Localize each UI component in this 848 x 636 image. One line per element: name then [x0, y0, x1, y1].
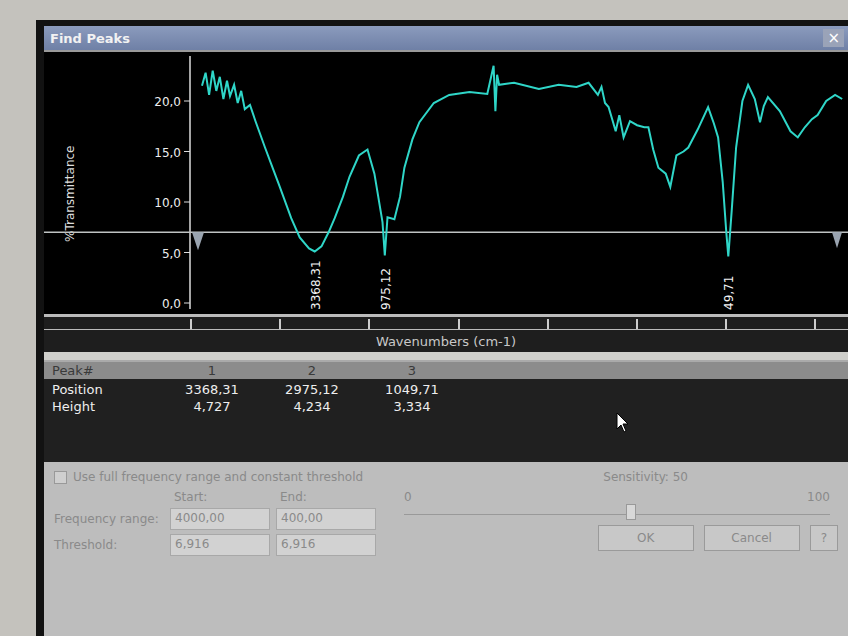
column-header: 2 — [262, 362, 362, 379]
spectrum-line — [202, 66, 842, 257]
x-tick — [279, 319, 281, 329]
x-axis-ticks — [44, 319, 848, 330]
peak-label: 49,71 — [722, 276, 736, 310]
controls-panel: Use full frequency range and constant th… — [44, 462, 848, 636]
title-bar: Find Peaks × — [44, 26, 848, 50]
table-cell: 3,334 — [362, 398, 462, 415]
button-row: OK Cancel? — [396, 525, 838, 551]
row-label: Height — [52, 398, 162, 415]
mouse-cursor-icon — [616, 412, 630, 434]
dialog-button[interactable]: OK — [598, 525, 694, 551]
full-range-checkbox[interactable]: Use full frequency range and constant th… — [54, 470, 363, 484]
field-header: Start: — [170, 490, 270, 504]
column-header: 1 — [162, 362, 262, 379]
column-header: 3 — [362, 362, 462, 379]
field-label: Frequency range: — [54, 512, 164, 526]
x-axis-label: Wavenumbers (cm-1) — [376, 334, 516, 349]
x-tick — [368, 319, 370, 329]
peak-table: Peak#123Position3368,312975,121049,71Hei… — [44, 360, 848, 462]
field-header: End: — [276, 490, 376, 504]
peak-label: 975,12 — [379, 268, 393, 310]
x-tick — [547, 319, 549, 329]
peak-label: 3368,31 — [309, 260, 323, 310]
svg-text:15,0: 15,0 — [154, 146, 181, 160]
monitor-bezel: Find Peaks×%Transmittance20,015,010,05,0… — [0, 0, 848, 636]
y-tick: 5,0 — [162, 247, 190, 261]
slider-thumb[interactable] — [626, 504, 636, 520]
slider-min: 0 — [404, 490, 412, 504]
slider-track[interactable] — [404, 508, 830, 515]
x-tick — [190, 319, 192, 329]
dialog-button[interactable]: ? — [810, 525, 838, 551]
table-cell: 3368,31 — [162, 381, 262, 398]
threshold-right-handle-icon[interactable] — [832, 232, 842, 248]
dialog-button[interactable]: Cancel — [704, 525, 800, 551]
y-tick: 10,0 — [154, 196, 190, 210]
fields-area: Start: End: Frequency range: 4000,00 400,00 T… — [54, 490, 838, 556]
text-field[interactable]: 6,916 — [170, 534, 270, 556]
table-header: Peak#123 — [44, 362, 848, 379]
slider-max: 100 — [807, 490, 830, 504]
svg-text:20,0: 20,0 — [154, 95, 181, 109]
svg-text:5,0: 5,0 — [162, 247, 181, 261]
table-cell: 4,234 — [262, 398, 362, 415]
x-axis: Wavenumbers (cm-1) — [44, 314, 848, 352]
table-row: Height4,7274,2343,334 — [44, 398, 848, 415]
y-tick: 0,0 — [162, 297, 190, 311]
field-label: Threshold: — [54, 538, 164, 552]
checkbox-box[interactable] — [54, 471, 67, 484]
sensitivity-slider[interactable]: 0 100 — [396, 490, 838, 515]
y-axis-label: %Transmittance — [63, 146, 77, 243]
range-fields: Start: End: Frequency range: 4000,00 400,00 T… — [54, 490, 376, 556]
text-field[interactable]: 400,00 — [276, 508, 376, 530]
x-tick — [636, 319, 638, 329]
window-title: Find Peaks — [50, 31, 130, 46]
screen: Find Peaks×%Transmittance20,015,010,05,0… — [36, 20, 848, 636]
y-axis — [189, 56, 191, 309]
text-field[interactable]: 6,916 — [276, 534, 376, 556]
spectrum-chart: %Transmittance 20,0 15,0 10,0 5,0 0,0 3368,31 9… — [44, 50, 848, 314]
text-field[interactable]: 4000,00 — [170, 508, 270, 530]
table-cell: 2975,12 — [262, 381, 362, 398]
row-label: Position — [52, 381, 162, 398]
table-row: Position3368,312975,121049,71 — [44, 381, 848, 398]
y-tick: 20,0 — [154, 95, 190, 109]
table-cell: 4,727 — [162, 398, 262, 415]
options-row: Use full frequency range and constant th… — [54, 470, 838, 484]
spectrum-plot: %Transmittance 20,0 15,0 10,0 5,0 0,0 3368,31 9… — [44, 52, 848, 314]
threshold-line[interactable] — [44, 232, 848, 234]
threshold-left-handle-icon[interactable] — [192, 232, 204, 250]
close-button[interactable]: × — [823, 29, 844, 47]
slider-and-buttons: 0 100 OK Cancel? — [396, 490, 838, 556]
y-tick: 15,0 — [154, 146, 190, 160]
column-header: Peak# — [52, 362, 162, 379]
table-cell: 1049,71 — [362, 381, 462, 398]
svg-text:0,0: 0,0 — [162, 297, 181, 311]
x-tick — [814, 319, 816, 329]
sensitivity-label: Sensitivity: 50 — [603, 470, 688, 484]
find-peaks-window: Find Peaks×%Transmittance20,015,010,05,0… — [44, 26, 848, 636]
x-tick — [725, 319, 727, 329]
x-tick — [458, 319, 460, 329]
svg-text:10,0: 10,0 — [154, 196, 181, 210]
